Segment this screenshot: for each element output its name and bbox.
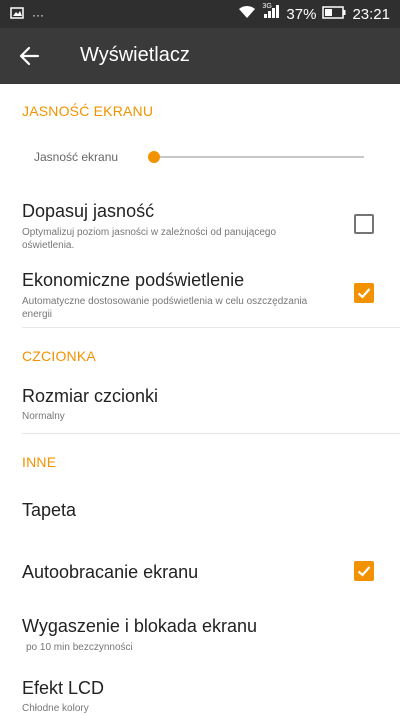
section-header-font: CZCIONKA (22, 348, 96, 364)
adaptive-brightness-title: Dopasuj jasność (22, 201, 155, 221)
brightness-slider-track[interactable] (156, 156, 364, 158)
section-header-brightness: JASNOŚĆ EKRANU (22, 103, 154, 119)
eco-backlight-title: Ekonomiczne podświetlenie (22, 270, 245, 290)
brightness-label: Jasność ekranu (34, 150, 119, 164)
battery-percent: 37% (286, 5, 317, 23)
font-size-value: Normalny (22, 411, 65, 422)
brightness-slider-thumb[interactable] (148, 151, 160, 163)
overflow-dots: ··· (32, 8, 44, 22)
wifi-icon (238, 5, 256, 23)
status-bar: ··· 3G 37% 23:21 (0, 0, 400, 28)
battery-icon (322, 5, 346, 23)
autorotate-checkbox[interactable] (354, 561, 374, 581)
lcd-effect-title: Efekt LCD (22, 678, 105, 698)
app-bar: Wyświetlacz (0, 28, 400, 84)
eco-backlight-checkbox[interactable] (354, 283, 374, 303)
adaptive-brightness-checkbox[interactable] (354, 214, 374, 234)
signal-icon: 3G (262, 3, 280, 23)
divider (22, 433, 400, 434)
divider (22, 327, 400, 328)
back-button[interactable] (16, 42, 44, 70)
network-type-label: 3G (262, 3, 272, 10)
wallpaper-title: Tapeta (22, 500, 77, 520)
notification-image-icon (10, 6, 24, 24)
checkmark-icon (357, 566, 371, 577)
sleep-lock-title: Wygaszenie i blokada ekranu (22, 616, 257, 636)
lcd-effect-subtitle: Chłodne kolory (22, 703, 89, 714)
eco-backlight-subtitle: Automatyczne dostosowanie podświetlenia … (22, 296, 308, 320)
font-size-title: Rozmiar czcionki (22, 386, 159, 406)
page-title: Wyświetlacz (80, 44, 190, 66)
arrow-left-icon (19, 46, 40, 66)
checkmark-icon (357, 288, 371, 299)
section-header-other: INNE (22, 454, 57, 470)
autorotate-title: Autoobracanie ekranu (22, 562, 199, 582)
adaptive-brightness-subtitle: Optymalizuj poziom jasności w zależności… (22, 227, 277, 251)
clock: 23:21 (352, 5, 390, 23)
sleep-lock-subtitle: po 10 min bezczynności (26, 642, 133, 653)
